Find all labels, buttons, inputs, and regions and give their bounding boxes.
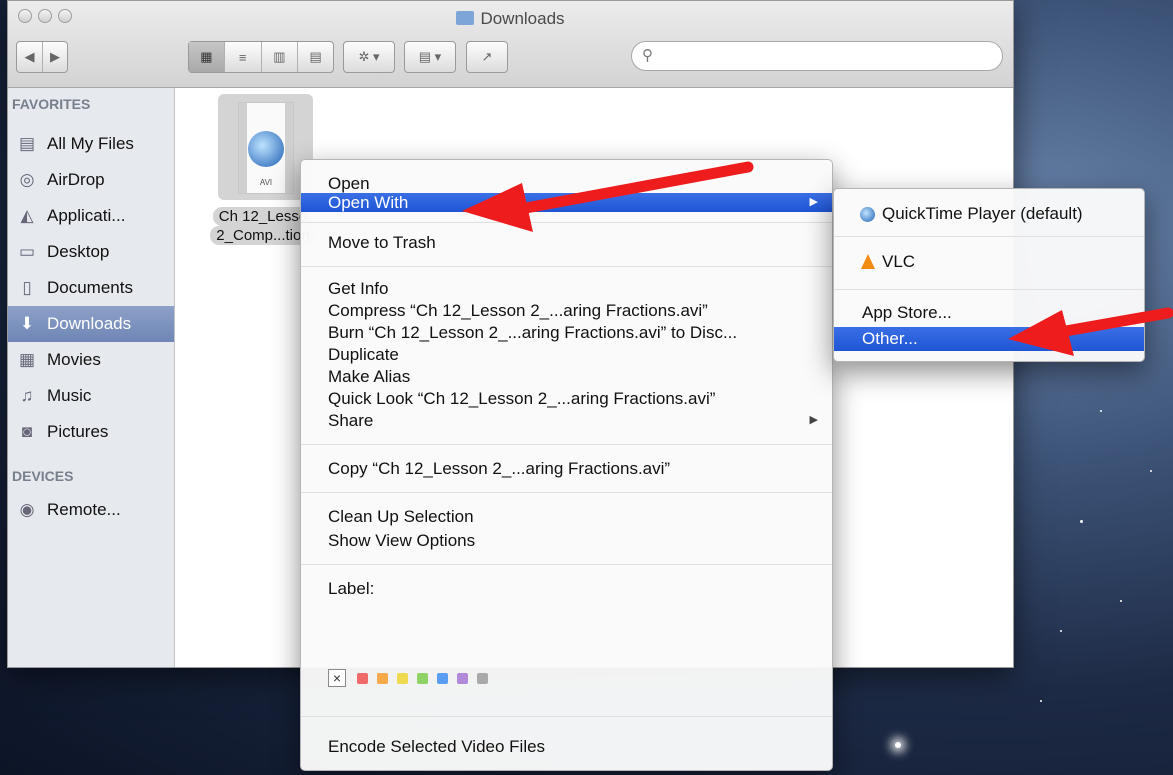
sidebar-item-downloads[interactable]: ⬇ Downloads: [8, 306, 174, 342]
sidebar-item-remote-disc[interactable]: ◉ Remote...: [8, 492, 174, 528]
label-purple-swatch[interactable]: [457, 672, 468, 684]
column-view-button[interactable]: ▥: [262, 42, 299, 72]
list-view-button[interactable]: ≡: [225, 42, 262, 72]
forward-button[interactable]: ▶: [43, 42, 67, 72]
share-icon: ↗: [481, 49, 493, 64]
menu-item-compress[interactable]: Compress “Ch 12_Lesson 2_...aring Fracti…: [301, 301, 832, 320]
sidebar-item-applications[interactable]: ◭ Applicati...: [8, 198, 174, 234]
menu-item-show-view-options[interactable]: Show View Options: [301, 531, 832, 550]
menu-item-quick-look[interactable]: Quick Look “Ch 12_Lesson 2_...aring Frac…: [301, 389, 832, 408]
documents-icon: ▯: [22, 278, 32, 297]
cover-flow-button[interactable]: ▤: [298, 42, 333, 72]
label-yellow-swatch[interactable]: [397, 672, 408, 684]
sidebar-item-label: Downloads: [47, 314, 132, 333]
favorites-header: FAVORITES: [12, 96, 91, 112]
sidebar-item-label: Desktop: [47, 242, 110, 261]
search-icon: ⚲: [642, 47, 653, 64]
sidebar-item-label: Music: [47, 386, 92, 405]
submenu-item-vlc[interactable]: VLC: [834, 250, 1144, 274]
submenu-arrow-icon: ▶: [809, 414, 818, 426]
label-color-picker: ×: [328, 669, 497, 687]
label-orange-swatch[interactable]: [377, 672, 388, 684]
vlc-cone-icon: [861, 254, 875, 269]
menu-item-copy[interactable]: Copy “Ch 12_Lesson 2_...aring Fractions.…: [301, 459, 832, 478]
menu-label-title: Label:: [328, 579, 375, 598]
sidebar-item-label: All My Files: [47, 134, 134, 153]
menu-item-open-with[interactable]: Open With ▶: [301, 193, 832, 212]
sidebar-item-movies[interactable]: ▦ Movies: [8, 342, 174, 378]
menu-item-make-alias[interactable]: Make Alias: [301, 367, 832, 386]
menu-item-clean-up-selection[interactable]: Clean Up Selection: [301, 507, 832, 526]
menu-item-duplicate[interactable]: Duplicate: [301, 345, 832, 364]
menu-item-label: Share: [328, 411, 374, 430]
desktop-icon: ▭: [18, 242, 36, 261]
menu-item-get-info[interactable]: Get Info: [301, 279, 832, 298]
arrange-menu-button[interactable]: ▤ ▾: [404, 41, 456, 73]
remote-disc-icon: ◉: [19, 500, 35, 519]
submenu-item-other[interactable]: Other...: [834, 327, 1144, 351]
sidebar-item-label: Movies: [47, 350, 101, 369]
devices-header: DEVICES: [12, 468, 74, 484]
context-menu: Open Open With ▶ Move to Trash Get Info …: [300, 159, 833, 771]
submenu-item-quicktime[interactable]: QuickTime Player (default): [834, 202, 1144, 226]
file-type-badge: AVI: [259, 178, 273, 187]
sidebar-item-music[interactable]: ♫ Music: [8, 378, 174, 414]
movies-icon: ▦: [18, 350, 36, 369]
label-red-swatch[interactable]: [357, 672, 368, 684]
sidebar-item-label: Applicati...: [47, 206, 126, 225]
submenu-arrow-icon: ▶: [809, 196, 818, 208]
menu-item-burn[interactable]: Burn “Ch 12_Lesson 2_...aring Fractions.…: [301, 323, 832, 342]
quicktime-icon: [860, 207, 875, 222]
search-field[interactable]: ⚲: [631, 41, 1003, 71]
submenu-item-label: VLC: [882, 252, 916, 271]
downloads-icon: ⬇: [19, 314, 35, 333]
airdrop-icon: ◎: [19, 170, 35, 189]
sidebar-item-desktop[interactable]: ▭ Desktop: [8, 234, 174, 270]
menu-item-label: Open With: [328, 193, 409, 212]
back-forward-control: ◀ ▶: [16, 41, 68, 73]
icon-view-button[interactable]: ▦: [189, 42, 225, 72]
share-button[interactable]: ↗: [466, 41, 508, 73]
sidebar-item-label: AirDrop: [47, 170, 105, 189]
applications-icon: ◭: [20, 206, 34, 225]
folder-icon: [456, 11, 475, 25]
sidebar-item-label: Remote...: [47, 500, 121, 519]
arrange-icon: ▤ ▾: [418, 49, 442, 64]
sidebar-item-label: Documents: [47, 278, 133, 297]
menu-item-open[interactable]: Open: [301, 174, 832, 193]
menu-item-share[interactable]: Share ▶: [301, 411, 832, 430]
avi-file-item[interactable]: AVI: [218, 94, 313, 200]
sidebar-item-documents[interactable]: ▯ Documents: [8, 270, 174, 306]
menu-item-move-to-trash[interactable]: Move to Trash: [301, 233, 832, 252]
sidebar: FAVORITES ▤ All My Files ◎ AirDrop ◭ Applic…: [8, 88, 175, 667]
gear-icon: ✲ ▾: [358, 49, 380, 64]
menu-item-encode-video[interactable]: Encode Selected Video Files: [301, 737, 832, 756]
window-title: Downloads: [8, 9, 1013, 29]
submenu-item-label: QuickTime Player (default): [882, 204, 1083, 223]
title-bar: Downloads ◀ ▶ ▦ ≡ ▥ ▤ ✲ ▾ ▤ ▾ ↗ ⚲: [8, 1, 1013, 88]
open-with-submenu: QuickTime Player (default) VLC App Store…: [833, 188, 1145, 362]
all-files-icon: ▤: [18, 134, 36, 153]
video-file-icon: AVI: [238, 102, 294, 194]
music-icon: ♫: [20, 386, 34, 405]
action-menu-button[interactable]: ✲ ▾: [343, 41, 395, 73]
sidebar-item-label: Pictures: [47, 422, 109, 441]
label-gray-swatch[interactable]: [477, 672, 488, 684]
pictures-icon: ◙: [21, 422, 33, 441]
sidebar-item-airdrop[interactable]: ◎ AirDrop: [8, 162, 174, 198]
submenu-item-app-store[interactable]: App Store...: [834, 301, 1144, 325]
sidebar-item-pictures[interactable]: ◙ Pictures: [8, 414, 174, 450]
back-button[interactable]: ◀: [17, 42, 43, 72]
file-name-line-1: Ch 12_Lesso: [212, 207, 314, 226]
label-blue-swatch[interactable]: [437, 672, 448, 684]
view-mode-control: ▦ ≡ ▥ ▤: [188, 41, 334, 73]
label-green-swatch[interactable]: [417, 672, 428, 684]
quicktime-icon: [248, 131, 284, 167]
label-clear-button[interactable]: ×: [328, 669, 346, 687]
sidebar-item-all-my-files[interactable]: ▤ All My Files: [8, 126, 174, 162]
